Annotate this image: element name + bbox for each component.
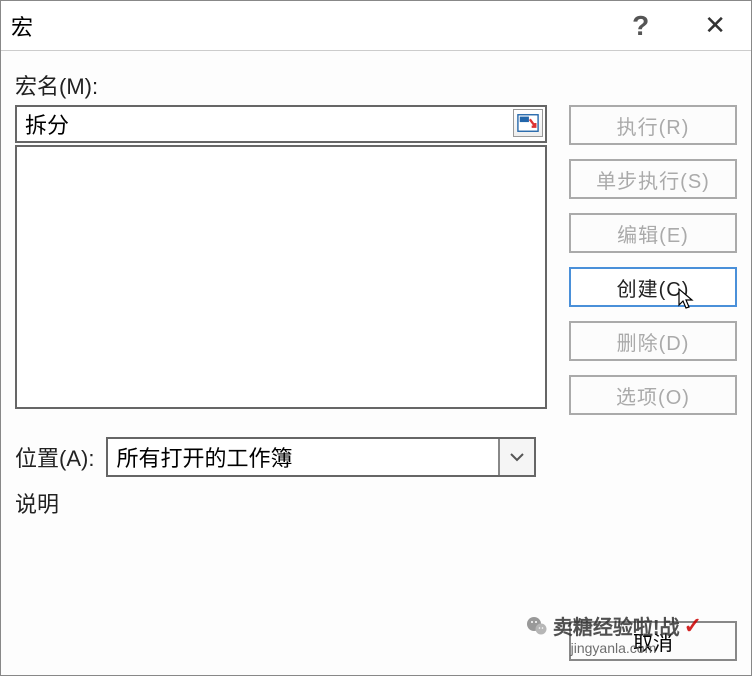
dialog-title: 宏 [11, 10, 622, 42]
chevron-down-icon [498, 439, 534, 475]
macro-name-input-wrap [15, 105, 547, 143]
dialog-footer: 取消 [1, 611, 751, 675]
macro-name-label: 宏名(M): [15, 69, 737, 101]
dialog-content: 宏名(M): [1, 51, 751, 611]
macro-name-input[interactable] [15, 105, 547, 143]
location-row: 位置(A): 所有打开的工作簿 [15, 437, 547, 477]
help-button[interactable]: ? [622, 10, 659, 42]
options-button: 选项(O) [569, 375, 737, 415]
location-label: 位置(A): [15, 441, 94, 473]
create-button-label: 创建(C) [617, 273, 690, 302]
left-column: 位置(A): 所有打开的工作簿 说明 [15, 105, 547, 519]
location-select[interactable]: 所有打开的工作簿 [106, 437, 536, 477]
description-label: 说明 [15, 487, 547, 519]
step-into-button: 单步执行(S) [569, 159, 737, 199]
collapse-dialog-icon[interactable] [513, 109, 543, 137]
run-button: 执行(R) [569, 105, 737, 145]
main-row: 位置(A): 所有打开的工作簿 说明 执行(R) 单步执行(S) 编辑( [15, 105, 737, 519]
close-button[interactable]: ✕ [689, 10, 741, 41]
cancel-button[interactable]: 取消 [569, 621, 737, 661]
location-select-value: 所有打开的工作簿 [108, 441, 498, 473]
delete-button: 删除(D) [569, 321, 737, 361]
edit-button: 编辑(E) [569, 213, 737, 253]
create-button[interactable]: 创建(C) [569, 267, 737, 307]
right-column: 执行(R) 单步执行(S) 编辑(E) 创建(C) 删除(D) 选项(O) [569, 105, 737, 519]
macro-list[interactable] [15, 145, 547, 409]
titlebar: 宏 ? ✕ [1, 1, 751, 51]
titlebar-controls: ? ✕ [622, 10, 741, 42]
macro-dialog: 宏 ? ✕ 宏名(M): [0, 0, 752, 676]
